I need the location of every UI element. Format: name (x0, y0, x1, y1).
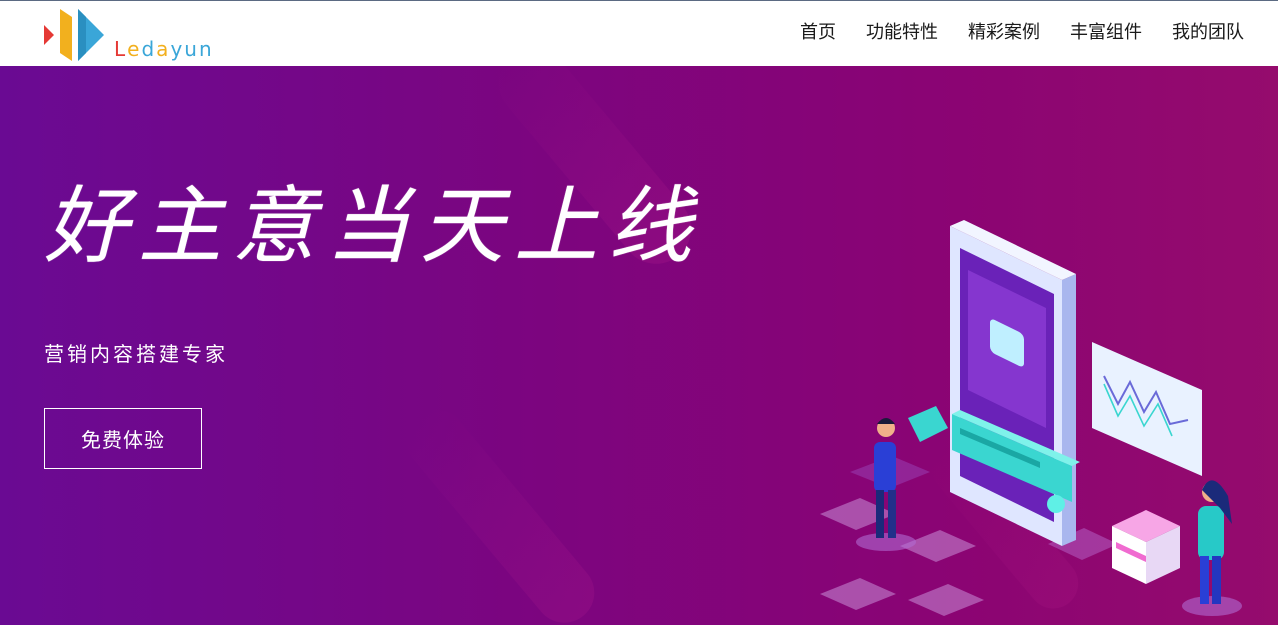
brand-logo[interactable]: Ledayun (44, 7, 224, 63)
brand-name-letter: a (156, 37, 171, 61)
hero-subtitle: 营销内容搭建专家 (44, 342, 228, 366)
free-trial-button[interactable]: 免费体验 (44, 408, 202, 469)
main-navigation: 首页 功能特性 精彩案例 丰富组件 我的团队 (800, 21, 1244, 45)
top-nav-bar: Ledayun 首页 功能特性 精彩案例 丰富组件 我的团队 (0, 0, 1278, 66)
brand-name-letter: n (198, 37, 214, 61)
brand-name-letter: L (114, 37, 128, 61)
cube-graphic (1112, 510, 1180, 584)
nav-item-components[interactable]: 丰富组件 (1070, 21, 1142, 45)
background-streak (393, 397, 607, 625)
hero-headline: 好主意当天上线 (44, 177, 703, 275)
hero-banner: 好主意当天上线 营销内容搭建专家 免费体验 (0, 66, 1278, 625)
brand-name: Ledayun (114, 37, 214, 61)
brand-name-letter: e (127, 37, 142, 61)
logo-mark-icon (44, 9, 104, 61)
nav-item-home[interactable]: 首页 (800, 21, 836, 45)
chart-card-graphic (1092, 342, 1202, 476)
person-right-graphic (1182, 480, 1242, 616)
isometric-app-illustration (820, 220, 1242, 616)
nav-item-features[interactable]: 功能特性 (866, 21, 938, 45)
brand-name-letter: d (141, 37, 157, 61)
brand-name-letter: y (170, 37, 185, 61)
nav-item-team[interactable]: 我的团队 (1172, 21, 1244, 45)
brand-name-letter: u (184, 37, 199, 61)
nav-item-cases[interactable]: 精彩案例 (968, 21, 1040, 45)
